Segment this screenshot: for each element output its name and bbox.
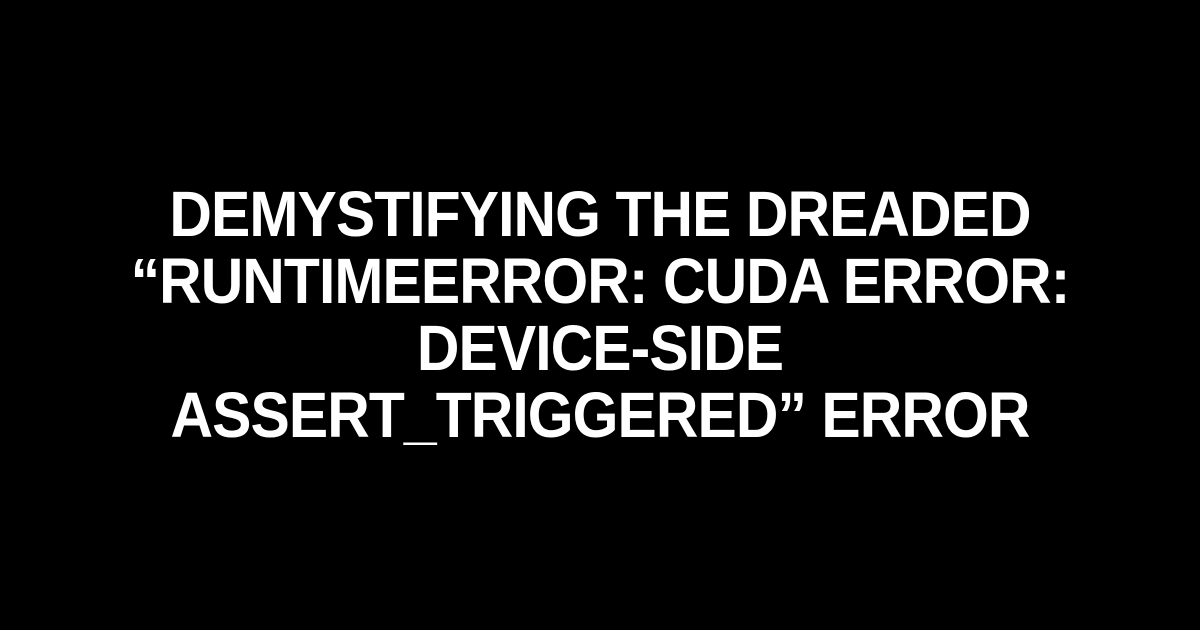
page-title: DEMYSTIFYING THE DREADED “RUNTIMEERROR: … bbox=[94, 181, 1106, 450]
